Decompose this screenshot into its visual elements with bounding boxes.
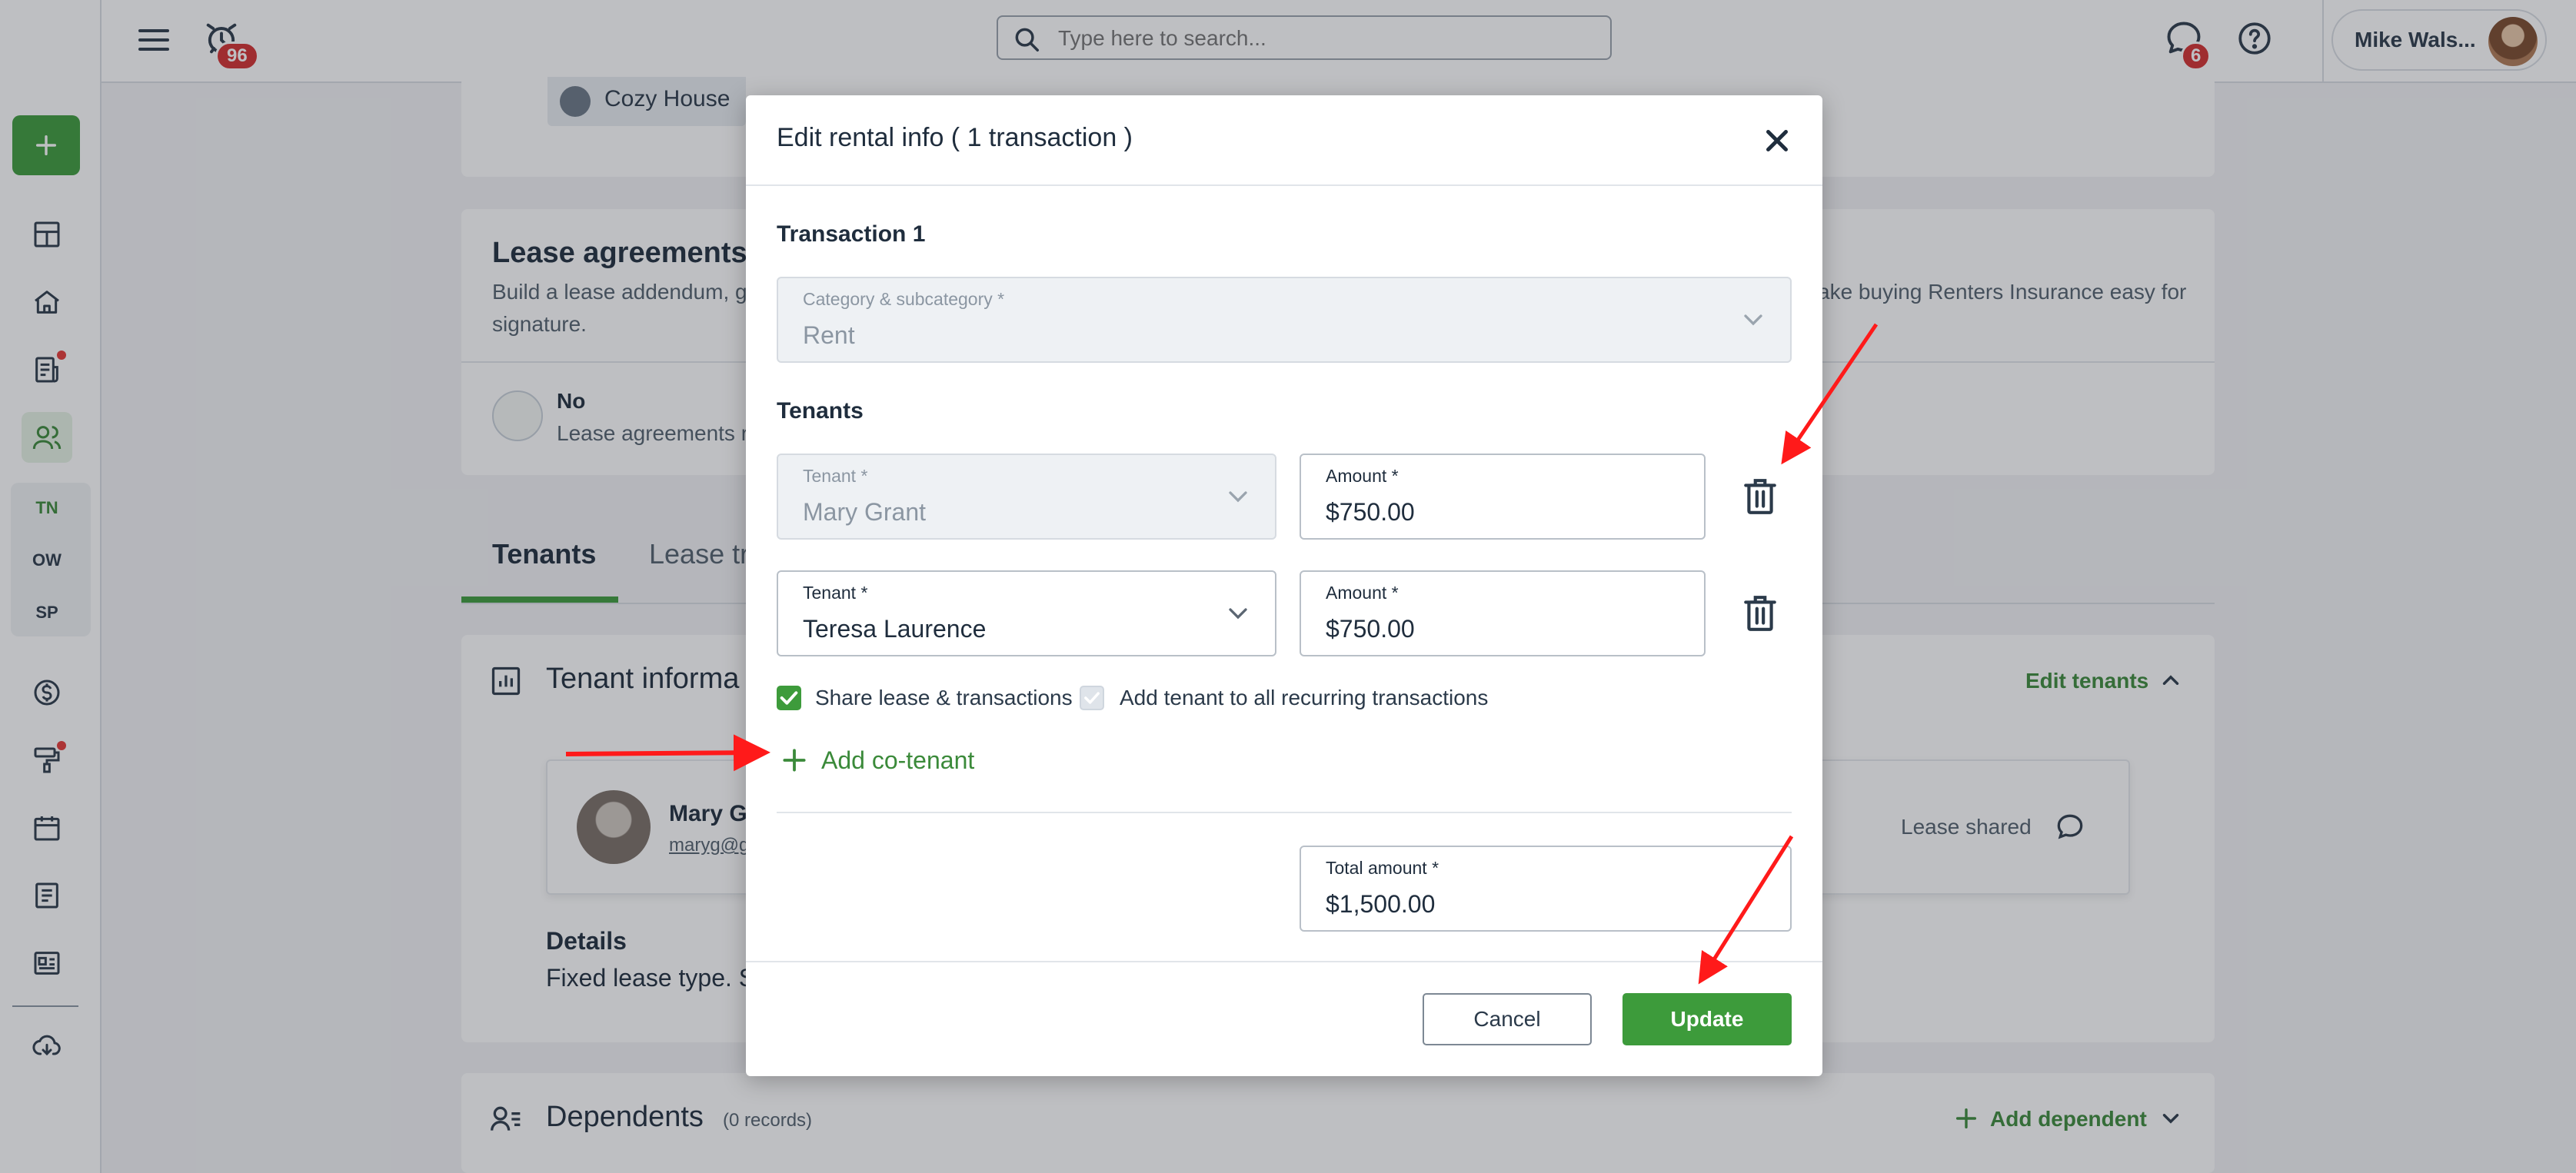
add-co-tenant-button[interactable]: Add co-tenant: [780, 743, 974, 778]
amount-label: Amount *: [1326, 583, 1399, 603]
amount-field[interactable]: Amount * $750.00: [1300, 570, 1706, 656]
amount-field[interactable]: Amount * $750.00: [1300, 454, 1706, 540]
dialog-header: Edit rental info ( 1 transaction ): [746, 95, 1822, 186]
add-recurring-label: Add tenant to all recurring transactions: [1120, 686, 1489, 709]
dialog-title: Edit rental info ( 1 transaction ): [777, 123, 1133, 152]
tenant-label: Tenant *: [803, 583, 868, 603]
category-label: Category & subcategory *: [803, 289, 1005, 309]
update-button[interactable]: Update: [1622, 993, 1792, 1045]
chevron-down-icon[interactable]: [1223, 598, 1253, 629]
total-amount-value[interactable]: $1,500.00: [1326, 890, 1435, 919]
amount-value[interactable]: $750.00: [1326, 615, 1415, 643]
tenants-section-title: Tenants: [777, 398, 864, 424]
edit-rental-info-dialog: Edit rental info ( 1 transaction ) Trans…: [746, 95, 1822, 1076]
tenant-select: Tenant * Mary Grant: [777, 454, 1276, 540]
share-lease-checkbox[interactable]: [777, 686, 801, 710]
checkmark-icon: [1084, 692, 1100, 704]
amount-label: Amount *: [1326, 466, 1399, 486]
tenant-value: Mary Grant: [803, 498, 927, 526]
category-value: Rent: [803, 321, 855, 349]
total-amount-label: Total amount *: [1326, 858, 1439, 878]
divider: [777, 812, 1792, 813]
transaction-title: Transaction 1: [777, 221, 926, 247]
trash-icon[interactable]: [1741, 475, 1779, 518]
tenant-label: Tenant *: [803, 466, 868, 486]
tenant-value: Teresa Laurence: [803, 615, 987, 643]
chevron-down-icon: [1229, 491, 1247, 503]
close-icon[interactable]: [1759, 123, 1795, 158]
cancel-button[interactable]: Cancel: [1423, 993, 1592, 1045]
checkmark-icon: [780, 691, 798, 705]
chevron-down-icon: [1744, 314, 1762, 326]
add-recurring-checkbox: [1080, 686, 1104, 710]
footer-divider: [746, 961, 1822, 962]
tenant-select[interactable]: Tenant * Teresa Laurence: [777, 570, 1276, 656]
add-co-tenant-label: Add co-tenant: [821, 746, 975, 774]
share-lease-label[interactable]: Share lease & transactions: [815, 686, 1073, 710]
total-amount-field[interactable]: Total amount * $1,500.00: [1300, 846, 1792, 932]
category-select: Category & subcategory * Rent: [777, 277, 1792, 363]
plus-icon: [783, 749, 806, 772]
amount-value[interactable]: $750.00: [1326, 498, 1415, 527]
trash-icon[interactable]: [1741, 592, 1779, 635]
